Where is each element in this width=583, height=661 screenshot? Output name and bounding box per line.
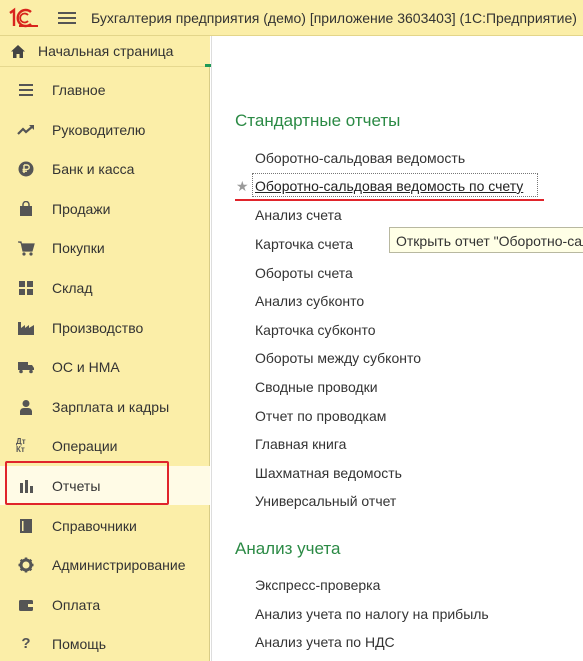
sidebar-item-label: Справочники (52, 517, 137, 534)
sidebar-item-label: Главное (52, 81, 106, 98)
report-link[interactable]: Шахматная ведомость (255, 465, 402, 481)
sidebar-item-label: Продажи (52, 200, 111, 217)
tooltip: Открыть отчет "Оборотно-сальдовая ведомо… (389, 227, 583, 253)
report-link[interactable]: Сводные проводки (255, 379, 378, 395)
sidebar-item-operations[interactable]: Дт Кт Операции (0, 426, 210, 465)
factory-icon (16, 318, 36, 338)
report-link[interactable]: Главная книга (255, 436, 346, 452)
sidebar-item-label: Банк и касса (52, 160, 135, 177)
sidebar-item-purchases[interactable]: Покупки (0, 228, 210, 267)
home-page-label: Начальная страница (38, 43, 174, 59)
report-link[interactable]: Экспресс-проверка (255, 577, 380, 593)
sidebar-item-fixed-assets[interactable]: ОС и НМА (0, 347, 210, 386)
main-menu-icon[interactable] (56, 9, 78, 27)
question-icon: ? (21, 635, 31, 652)
sidebar: Главное Руководителю Банк и касса Продаж… (0, 67, 210, 661)
report-link[interactable]: Анализ субконто (255, 293, 364, 309)
report-link-osv-by-account[interactable]: Оборотно-сальдовая ведомость по счету (255, 178, 523, 194)
sidebar-item-label: ОС и НМА (52, 358, 120, 375)
section-heading-accounting-analysis: Анализ учета (235, 539, 341, 558)
report-link[interactable]: Обороты счета (255, 265, 353, 281)
person-icon (16, 397, 36, 417)
sidebar-item-bank[interactable]: Банк и касса (0, 149, 210, 188)
report-link[interactable]: Анализ учета по налогу на прибыль (255, 606, 489, 622)
sidebar-item-directories[interactable]: Справочники (0, 506, 210, 545)
sidebar-item-label: Помощь (52, 635, 107, 652)
title-bar: Бухгалтерия предприятия (демо) [приложен… (0, 0, 583, 36)
sidebar-item-warehouse[interactable]: Склад (0, 268, 210, 307)
sidebar-item-manager[interactable]: Руководителю (0, 110, 210, 149)
report-link[interactable]: Отчет по проводкам (255, 408, 386, 424)
sidebar-item-label: Покупки (52, 239, 105, 256)
ruble-icon (16, 159, 36, 179)
report-link[interactable]: Анализ учета по НДС (255, 634, 395, 650)
sidebar-item-label: Производство (52, 319, 144, 336)
favorite-star-icon[interactable]: ★ (236, 178, 249, 195)
shopping-bag-icon (16, 199, 36, 219)
sidebar-item-label: Администрирование (52, 556, 186, 573)
sidebar-item-label: Оплата (52, 596, 101, 613)
sidebar-item-label: Склад (52, 279, 93, 296)
report-link[interactable]: Обороты между субконто (255, 350, 421, 366)
report-link[interactable]: Карточка субконто (255, 322, 376, 338)
reports-highlight-frame (5, 461, 169, 505)
gear-icon (16, 555, 36, 575)
menu-lines-icon (16, 80, 36, 100)
report-link[interactable]: Универсальный отчет (255, 493, 396, 509)
sidebar-item-main[interactable]: Главное (0, 70, 210, 109)
sidebar-item-label: Руководителю (52, 121, 146, 138)
truck-icon (16, 357, 36, 377)
sidebar-item-payroll[interactable]: Зарплата и кадры (0, 387, 210, 426)
app-title: Бухгалтерия предприятия (демо) [приложен… (91, 9, 577, 26)
wallet-icon (16, 595, 36, 615)
sidebar-item-label: Операции (52, 437, 118, 454)
sidebar-item-label: Зарплата и кадры (52, 398, 170, 415)
cart-icon (16, 238, 36, 258)
sidebar-item-sales[interactable]: Продажи (0, 189, 210, 228)
home-icon (8, 41, 28, 61)
dt-kt-icon: Дт Кт (16, 436, 26, 454)
report-link[interactable]: Анализ счета (255, 207, 342, 223)
sidebar-item-production[interactable]: Производство (0, 308, 210, 347)
report-link[interactable]: Карточка счета (255, 236, 353, 252)
sidebar-item-help[interactable]: ? Помощь (0, 624, 210, 661)
highlight-underline (235, 199, 544, 201)
home-page-tab[interactable]: Начальная страница (0, 36, 210, 67)
sidebar-item-payment[interactable]: Оплата (0, 585, 210, 624)
sidebar-item-administration[interactable]: Администрирование (0, 545, 210, 584)
warehouse-grid-icon (16, 278, 36, 298)
main-content: Стандартные отчеты Оборотно-сальдовая ве… (211, 36, 583, 661)
1c-logo-icon[interactable] (6, 6, 42, 30)
section-heading-standard-reports: Стандартные отчеты (235, 111, 401, 130)
book-icon (16, 516, 36, 536)
trend-icon (16, 120, 36, 140)
report-link[interactable]: Оборотно-сальдовая ведомость (255, 150, 465, 166)
